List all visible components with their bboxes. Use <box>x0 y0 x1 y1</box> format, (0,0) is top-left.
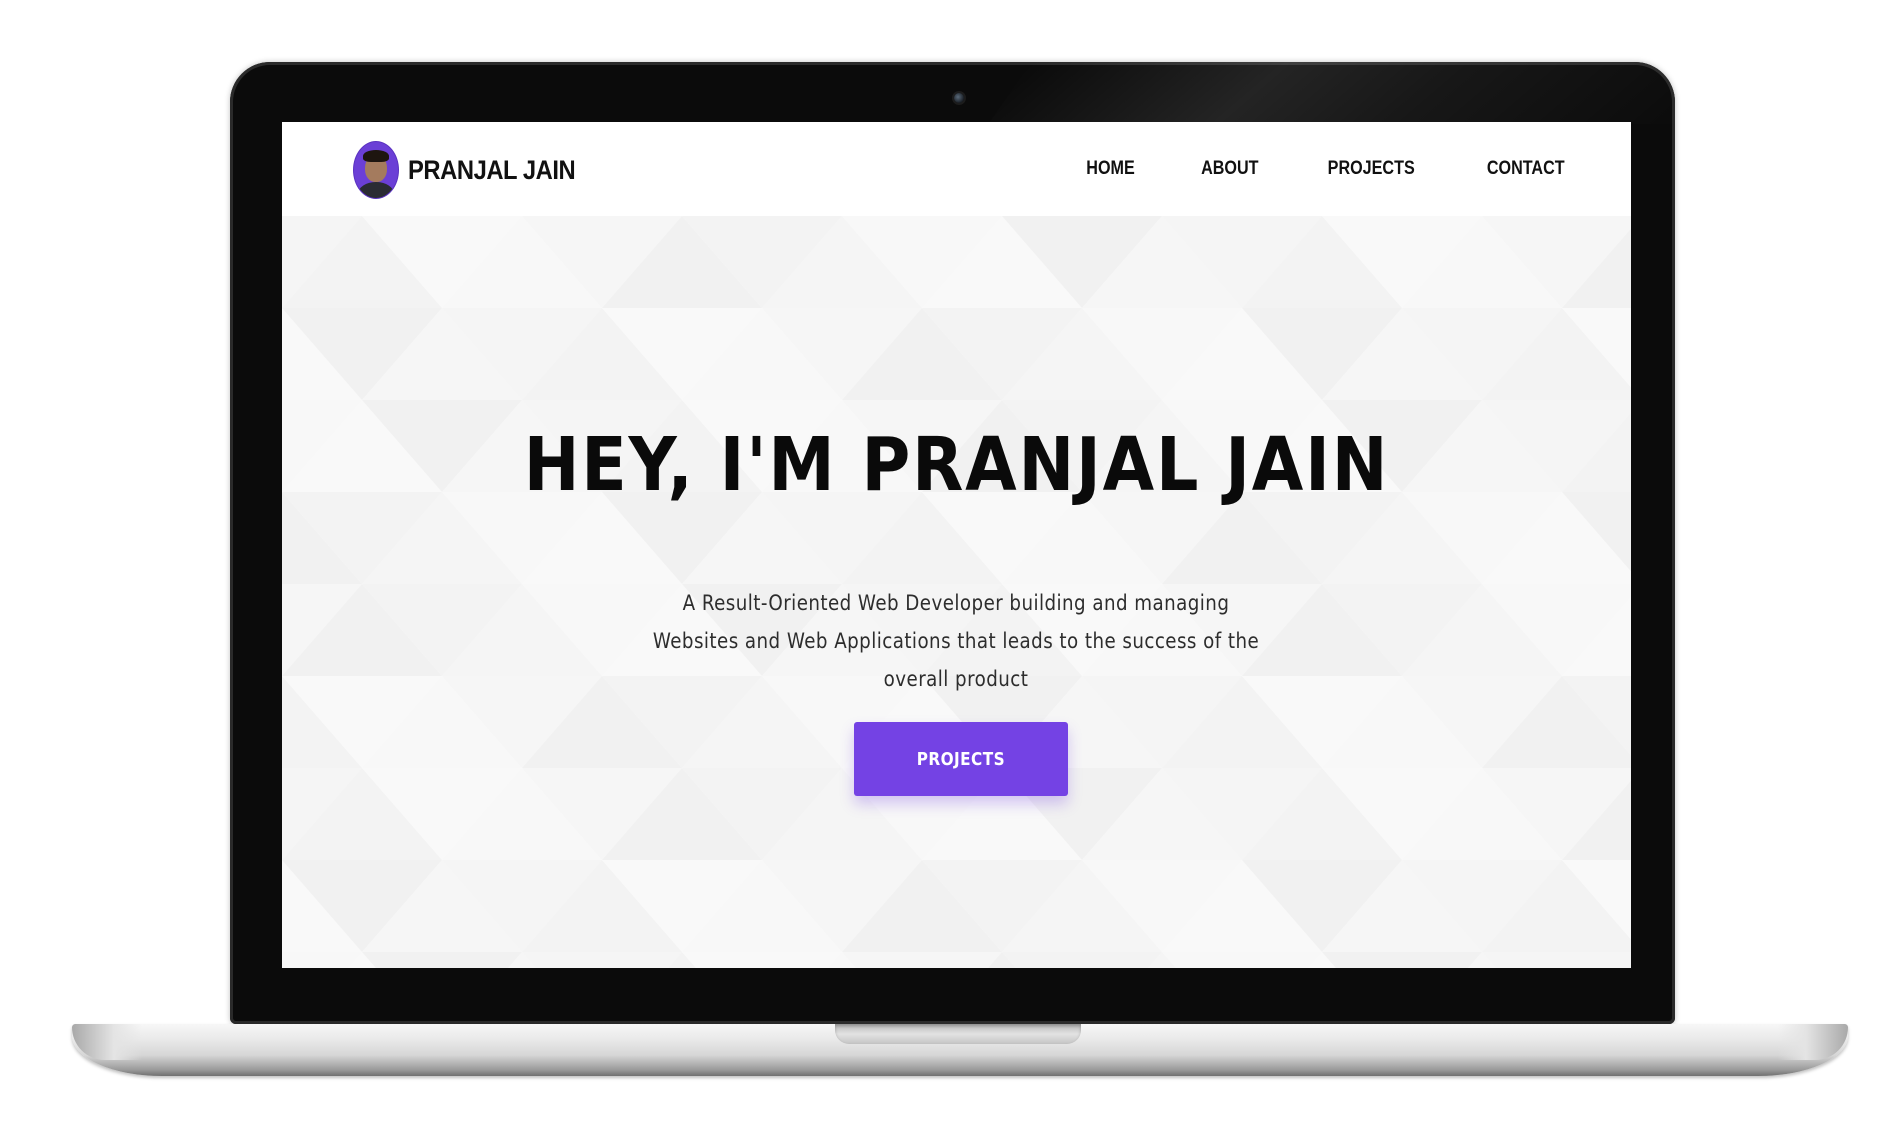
hero-section: HEY, I'M PRANJAL JAIN A Result-Oriented … <box>282 122 1631 968</box>
laptop-screen: PRANJAL JAIN HOME ABOUT PROJECTS CONTACT… <box>282 122 1631 968</box>
hero-title: HEY, I'M PRANJAL JAIN <box>523 422 1390 508</box>
base-edge-right <box>1778 1024 1848 1060</box>
base-edge-left <box>72 1024 142 1060</box>
laptop-base <box>72 1024 1848 1076</box>
laptop-lid: PRANJAL JAIN HOME ABOUT PROJECTS CONTACT… <box>230 62 1675 1024</box>
hero-subtitle: A Result-Oriented Web Developer building… <box>652 591 1260 691</box>
projects-cta-button[interactable]: PROJECTS <box>854 722 1068 796</box>
lid-opening-notch <box>835 1024 1081 1044</box>
laptop-mockup: PRANJAL JAIN HOME ABOUT PROJECTS CONTACT… <box>0 0 1895 1139</box>
projects-cta-label: PROJECTS <box>916 748 1006 770</box>
lid-glare <box>988 62 1675 124</box>
webcam-icon <box>954 93 964 103</box>
